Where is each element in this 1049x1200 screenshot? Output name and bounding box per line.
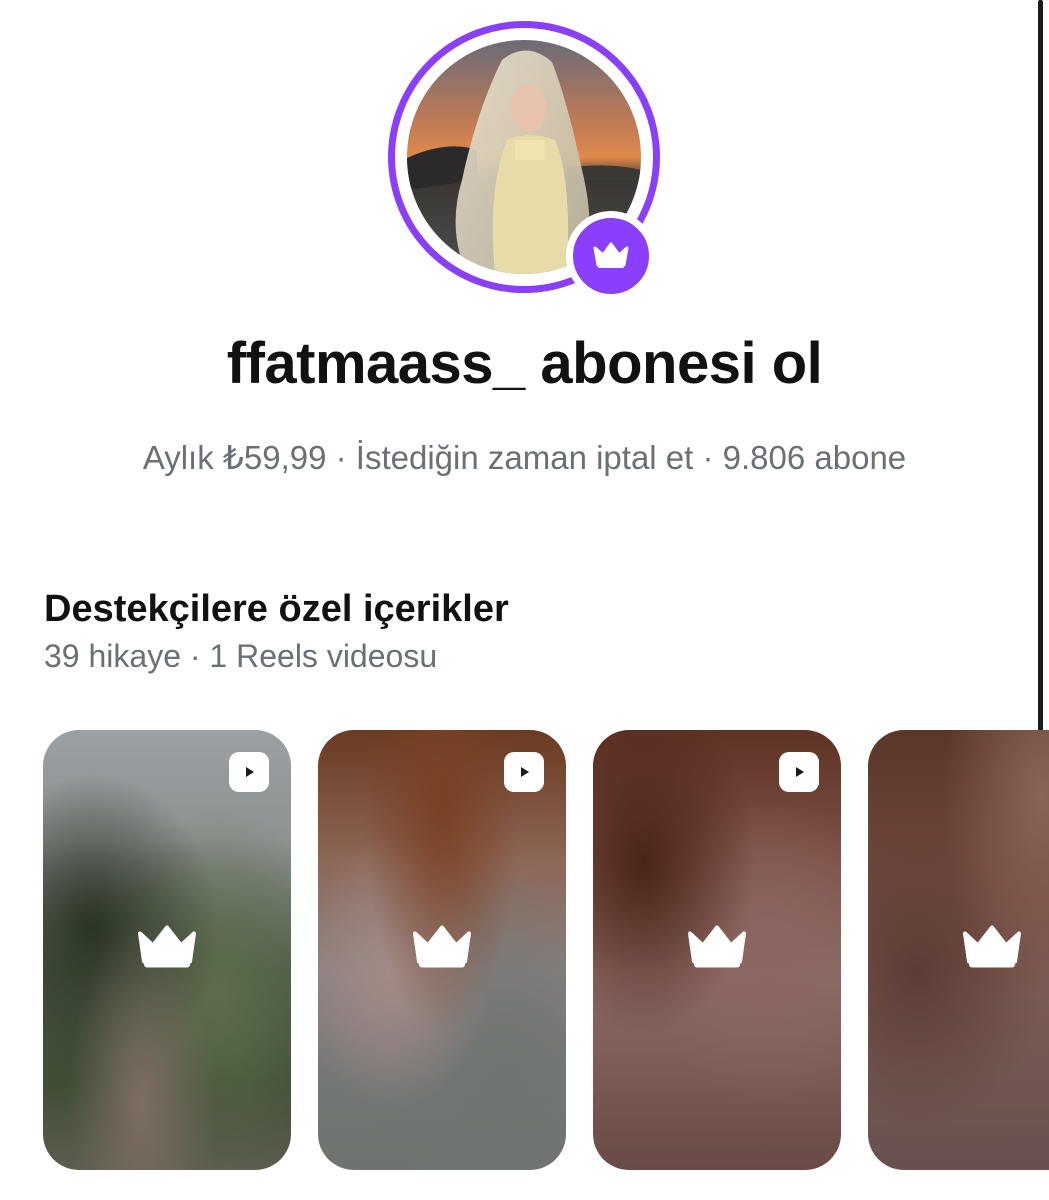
crown-icon <box>136 924 198 977</box>
play-icon <box>779 752 819 792</box>
exclusive-content-carousel[interactable] <box>43 730 1049 1170</box>
section-title: Destekçilere özel içerikler <box>44 588 509 630</box>
page-title: ffatmaass_ abonesi ol <box>226 331 823 396</box>
section-subtitle: 39 hikaye · 1 Reels videosu <box>44 638 438 674</box>
crown-icon <box>961 924 1023 977</box>
locked-content-card[interactable] <box>43 730 291 1170</box>
crown-icon <box>593 242 629 268</box>
play-icon <box>504 752 544 792</box>
locked-content-card[interactable] <box>868 730 1049 1170</box>
play-icon <box>229 752 269 792</box>
locked-content-card[interactable] <box>593 730 841 1170</box>
subscription-details: Aylık ₺59,99 · İstediğin zaman iptal et … <box>142 439 907 476</box>
subscriber-crown-badge <box>566 211 656 301</box>
locked-content-card[interactable] <box>318 730 566 1170</box>
subscription-page: ffatmaass_ abonesi ol Aylık ₺59,99 · İst… <box>0 0 1049 1200</box>
crown-icon <box>686 924 748 977</box>
crown-icon <box>411 924 473 977</box>
